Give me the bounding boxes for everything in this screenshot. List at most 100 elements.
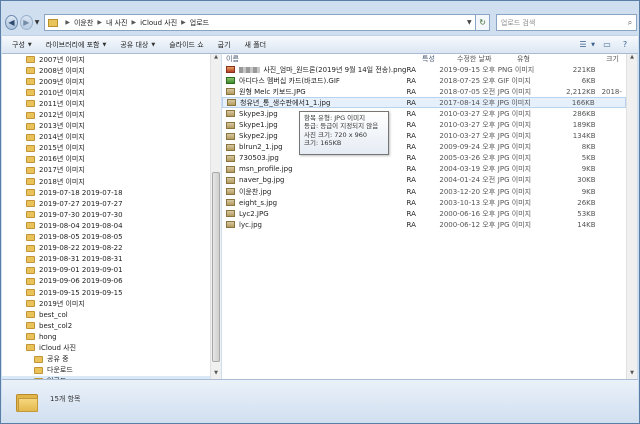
file-date: 2003-10-13 오후... xyxy=(439,198,496,207)
file-date: 2010-03-27 오후... xyxy=(439,109,496,118)
back-button[interactable]: ◀ xyxy=(5,15,18,30)
breadcrumb-item[interactable]: iCloud 사진 xyxy=(140,18,177,28)
nav-item[interactable]: 2014년 이미지 xyxy=(2,132,210,143)
nav-item[interactable]: 다운로드 xyxy=(2,365,210,376)
file-attributes: RA xyxy=(406,187,416,196)
file-row[interactable]: 730503.jpg RA 2005-03-26 오후... JPG 이미지 5KB xyxy=(222,153,626,164)
nav-item[interactable]: 2015년 이미지 xyxy=(2,143,210,154)
column-header-size[interactable]: 크기 xyxy=(571,54,621,64)
nav-item[interactable]: 2018년 이미지 xyxy=(2,176,210,187)
file-size: 189KB xyxy=(572,121,596,130)
nav-item[interactable]: 2019-08-22 2019-08-22 xyxy=(2,243,210,254)
file-row[interactable]: 이윤찬.jpg RA 2003-12-20 오후... JPG 이미지 9KB xyxy=(222,186,626,197)
nav-item[interactable]: 2010년 이미지 xyxy=(2,87,210,98)
nav-item[interactable]: 2019-07-27 2019-07-27 xyxy=(2,198,210,209)
nav-item[interactable]: 2008년 이미지 xyxy=(2,65,210,76)
file-size: 5KB xyxy=(581,154,596,163)
nav-item[interactable]: 2016년 이미지 xyxy=(2,154,210,165)
slideshow-button[interactable]: 슬라이드 쇼 xyxy=(169,40,203,50)
address-dropdown-icon[interactable]: ▼ xyxy=(463,19,475,26)
breadcrumb-chevron-icon[interactable]: ▶ xyxy=(181,19,186,26)
search-icon[interactable]: ⌕ xyxy=(624,18,636,28)
file-row[interactable]: msn_profile.jpg RA 2004-03-19 오후... JPG 이미지… xyxy=(222,164,626,175)
file-size: 9KB xyxy=(581,187,596,196)
burn-button[interactable]: 굽기 xyxy=(218,40,231,50)
file-row[interactable]: 아디다스 멤버십 카드(바코드).GIF RA 2018-07-25 오후... GI… xyxy=(222,75,626,86)
nav-item[interactable]: 2013년 이미지 xyxy=(2,121,210,132)
column-header-type[interactable]: 유형 xyxy=(513,54,571,64)
file-row[interactable]: Skype3.jpg RA 2010-03-27 오후... JPG 이미지 286KB xyxy=(222,108,626,119)
nav-item[interactable]: 2019-07-18 2019-07-18 xyxy=(2,187,210,198)
view-dropdown-icon[interactable]: ▼ xyxy=(590,39,596,51)
breadcrumb-item[interactable]: 이윤찬 xyxy=(74,18,93,28)
nav-item[interactable]: 2019-08-31 2019-08-31 xyxy=(2,254,210,265)
scroll-down-icon[interactable]: ▼ xyxy=(628,370,636,379)
organize-menu[interactable]: 구성 ▼ xyxy=(12,40,32,50)
nav-item[interactable]: 공유 중 xyxy=(2,354,210,365)
forward-button[interactable]: ▶ xyxy=(19,15,33,30)
folder-icon xyxy=(26,322,35,330)
navigation-scrollbar[interactable]: ▲ ▼ xyxy=(210,54,221,379)
jpg-file-icon xyxy=(226,154,235,162)
breadcrumb-chevron-icon[interactable]: ▶ xyxy=(131,19,136,26)
column-header-name[interactable]: 이름 xyxy=(222,54,418,64)
address-bar[interactable]: ▶ 이윤찬 ▶ 내 사진 ▶ iCloud 사진 ▶ 업로드 ▼ xyxy=(44,14,477,31)
file-list-scrollbar[interactable]: ▲ ▼ xyxy=(626,54,637,379)
file-row[interactable]: blrun2_1.jpg RA 2009-09-24 오후... JPG 이미지 8KB xyxy=(222,142,626,153)
file-size: 134KB xyxy=(572,132,596,141)
file-row[interactable]: Lyc2.JPG RA 2000-06-16 오후... JPG 이미지 53KB xyxy=(222,208,626,219)
file-row[interactable]: 사진_엄마_원드론(2019년 9월 14일 전송).png RA 2019-09-… xyxy=(222,64,626,75)
search-input[interactable]: 업로드 검색 ⌕ xyxy=(495,14,637,31)
jpg-file-icon xyxy=(226,110,235,118)
view-options-icon[interactable]: ☰ xyxy=(576,39,590,51)
file-row[interactable]: naver_bg.jpg RA 2004-01-24 오전... JPG 이미지 30K… xyxy=(222,175,626,186)
help-icon[interactable]: ? xyxy=(618,39,632,51)
forward-arrow-icon: ▶ xyxy=(23,18,30,27)
breadcrumb-chevron-icon[interactable]: ▶ xyxy=(97,19,102,26)
refresh-button[interactable]: ↻ xyxy=(476,14,490,31)
breadcrumb-item[interactable]: 내 사진 xyxy=(106,18,128,28)
column-header-date[interactable]: 수정한 날짜 xyxy=(453,54,513,64)
nav-item[interactable]: 2011년 이미지 xyxy=(2,98,210,109)
nav-item-label: hong xyxy=(39,332,57,341)
nav-item[interactable]: iCloud 사진 xyxy=(2,342,210,353)
share-with-menu[interactable]: 공유 대상 ▼ xyxy=(120,40,155,50)
preview-pane-icon[interactable]: ▭ xyxy=(600,39,614,51)
file-row[interactable]: eight_s.jpg RA 2003-10-13 오후... JPG 이미지 26KB xyxy=(222,197,626,208)
folder-icon xyxy=(26,333,35,341)
file-row[interactable]: 청유년_통_생수판에서1_1.jpg RA 2017-08-14 오후...JPG … xyxy=(222,97,626,109)
nav-item[interactable]: 2019-09-01 2019-09-01 xyxy=(2,265,210,276)
details-pane: 15개 항목 xyxy=(2,379,638,423)
folder-icon xyxy=(26,111,35,119)
scroll-up-icon[interactable]: ▲ xyxy=(212,54,220,63)
breadcrumb-item[interactable]: 업로드 xyxy=(190,18,209,28)
nav-item[interactable]: 2009년 이미지 xyxy=(2,76,210,87)
nav-item[interactable]: 2019년 이미지 xyxy=(2,298,210,309)
column-header-attributes[interactable]: 특성 xyxy=(418,54,453,64)
scroll-up-icon[interactable]: ▲ xyxy=(628,54,636,63)
nav-item[interactable]: 2019-08-04 2019-08-04 xyxy=(2,220,210,231)
file-row[interactable]: lyc.jpg RA 2000-06-12 오후... JPG 이미지 14KB xyxy=(222,219,626,230)
scrollbar-thumb[interactable] xyxy=(212,172,220,362)
nav-item[interactable]: 2019-09-06 2019-09-06 xyxy=(2,276,210,287)
nav-item[interactable]: 2017년 이미지 xyxy=(2,165,210,176)
file-name-cell: 원형 Melc 키보드.JPG xyxy=(222,87,406,97)
file-row[interactable]: Skype1.jpg RA 2010-03-27 오후... JPG 이미지 189KB xyxy=(222,119,626,130)
nav-item[interactable]: 2012년 이미지 xyxy=(2,109,210,120)
nav-item[interactable]: best_col2 xyxy=(2,320,210,331)
history-dropdown-icon[interactable]: ▼ xyxy=(35,19,42,26)
file-name: Skype2.jpg xyxy=(239,132,278,141)
file-row[interactable]: 원형 Melc 키보드.JPG RA 2018-07-05 오전... JPG 이미지… xyxy=(222,86,626,97)
scroll-down-icon[interactable]: ▼ xyxy=(212,370,220,379)
include-in-library-menu[interactable]: 라이브러리에 포함 ▼ xyxy=(46,40,107,50)
nav-item[interactable]: 2019-09-15 2019-09-15 xyxy=(2,287,210,298)
new-folder-button[interactable]: 새 폴더 xyxy=(245,40,267,50)
nav-item[interactable]: 2019-07-30 2019-07-30 xyxy=(2,209,210,220)
nav-item[interactable]: best_col xyxy=(2,309,210,320)
nav-item[interactable]: 2019-08-05 2019-08-05 xyxy=(2,232,210,243)
breadcrumb-chevron-icon[interactable]: ▶ xyxy=(65,19,70,26)
file-attributes: RA xyxy=(406,220,416,229)
nav-item[interactable]: 2007년 이미지 xyxy=(2,54,210,65)
file-row[interactable]: Skype2.jpg RA 2010-03-27 오후... JPG 이미지 134KB xyxy=(222,131,626,142)
nav-item[interactable]: hong xyxy=(2,331,210,342)
